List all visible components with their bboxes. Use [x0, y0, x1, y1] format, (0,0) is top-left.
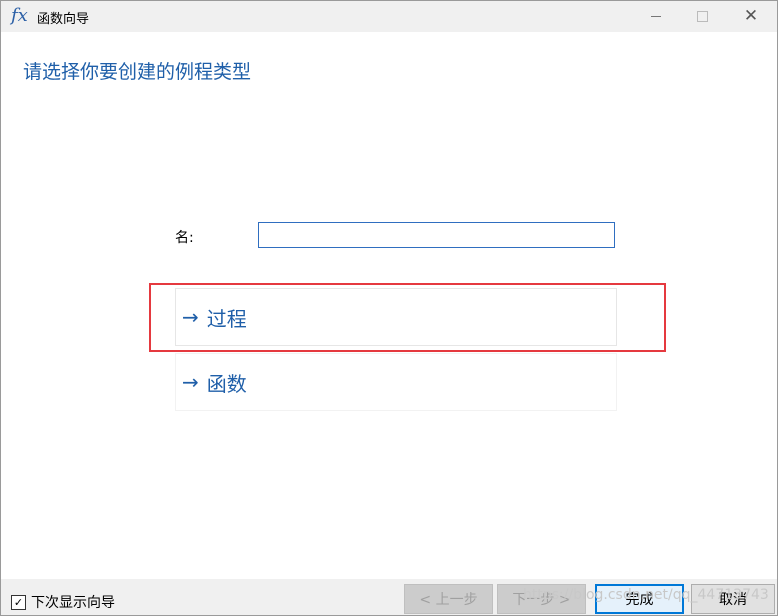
- footer-bar: ✓ 下次显示向导 < 上一步 下一步 > 完成 取消: [1, 579, 777, 615]
- option-procedure[interactable]: → 过程: [175, 288, 617, 346]
- function-wizard-window: fx 函数向导 ✕ 请选择你要创建的例程类型 名: → 过程 → 函数 ✓ 下次…: [0, 0, 778, 616]
- option-function[interactable]: → 函数: [175, 353, 617, 411]
- cancel-button[interactable]: 取消: [691, 584, 775, 614]
- minimize-icon: [651, 16, 661, 17]
- maximize-button[interactable]: [679, 1, 725, 32]
- show-wizard-checkbox[interactable]: ✓ 下次显示向导: [11, 592, 115, 612]
- checkbox-check-icon: ✓: [11, 594, 26, 610]
- finish-button[interactable]: 完成: [595, 584, 684, 614]
- option-procedure-label: 过程: [206, 306, 247, 331]
- arrow-right-icon: →: [182, 370, 199, 394]
- minimize-button[interactable]: [633, 1, 679, 32]
- option-function-label: 函数: [206, 371, 247, 396]
- maximize-icon: [696, 11, 708, 22]
- title-bar: fx 函数向导 ✕: [1, 1, 777, 32]
- close-icon: ✕: [743, 6, 759, 26]
- arrow-right-icon: →: [182, 305, 199, 329]
- show-wizard-label: 下次显示向导: [31, 595, 115, 611]
- page-heading: 请选择你要创建的例程类型: [23, 61, 252, 83]
- window-title: 函数向导: [37, 12, 90, 27]
- close-button[interactable]: ✕: [725, 1, 777, 32]
- next-button[interactable]: 下一步 >: [497, 584, 586, 614]
- name-input[interactable]: [258, 222, 615, 248]
- fx-icon: fx: [11, 5, 28, 26]
- name-label: 名:: [175, 230, 194, 246]
- prev-button[interactable]: < 上一步: [404, 584, 493, 614]
